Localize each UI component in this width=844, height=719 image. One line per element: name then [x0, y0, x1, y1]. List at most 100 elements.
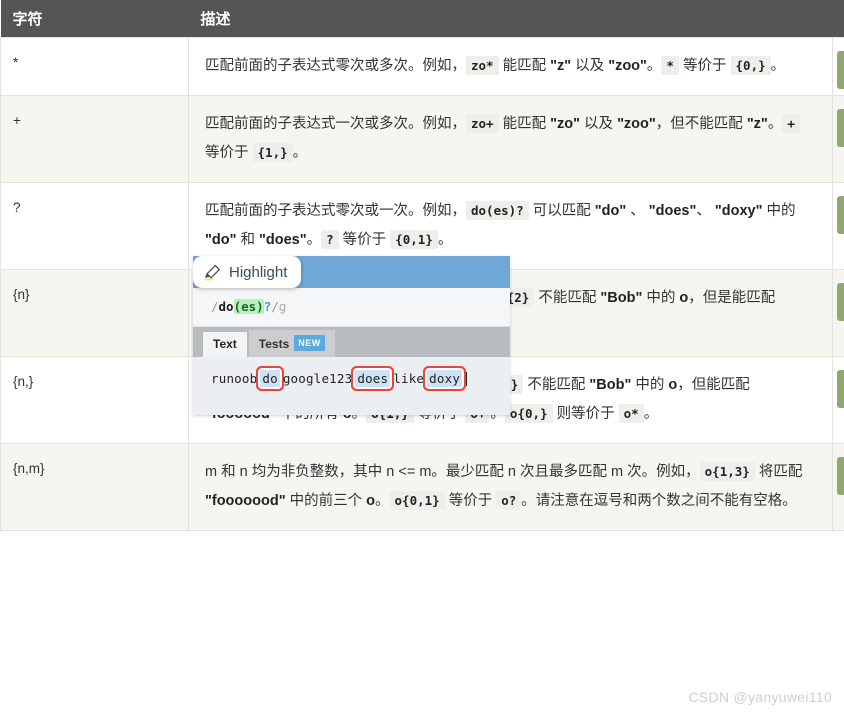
example-button[interactable] [837, 457, 844, 495]
code-chip: o* [618, 404, 644, 423]
code-chip: * [661, 56, 679, 75]
emphasis-text: "zoo" [617, 116, 656, 132]
cell-char: + [0, 95, 189, 183]
match-2: does [355, 370, 391, 387]
cell-example [832, 95, 844, 183]
table-row: {n,m} m 和 n 均为非负整数，其中 n <= m。最少匹配 n 次且最多匹… [0, 443, 844, 531]
emphasis-text: "do" [205, 232, 237, 248]
description-text: 。 [292, 145, 308, 161]
highlight-tooltip[interactable]: Highlight [193, 256, 302, 288]
table-row: * 匹配前面的子表达式零次或多次。例如， zo* 能匹配 "z" 以及 "zoo"。… [0, 37, 844, 96]
cell-char: * [0, 37, 189, 96]
emphasis-text: o [366, 493, 376, 509]
description-text: 等价于 [678, 58, 731, 74]
example-button[interactable] [837, 196, 844, 234]
code-chip: {1,} [252, 143, 293, 162]
description-text: ，但是能匹配 [688, 290, 776, 306]
cell-char: {n,} [0, 356, 189, 444]
regex-literal: do [218, 299, 234, 314]
emphasis-text: "z" [746, 116, 768, 132]
code-chip: o{1,3} [699, 462, 755, 481]
regex-expression-field[interactable]: /do(es)?/g [193, 288, 510, 327]
example-button[interactable] [837, 370, 844, 408]
description-text: 能匹配 [498, 58, 551, 74]
regex-open-slash: / [211, 299, 219, 314]
emphasis-text: "zo" [550, 116, 580, 132]
highlighter-icon [204, 264, 220, 280]
header-desc: 描述 [200, 11, 231, 28]
cell-description: 匹配前面的子表达式零次或多次。例如， zo* 能匹配 "z" 以及 "zoo"。 *… [188, 37, 833, 96]
description-text: 能匹配 [498, 116, 551, 132]
description-text: 以及 [571, 58, 609, 74]
header-char: 字符 [12, 11, 43, 28]
description-text: 不能匹配 [534, 290, 601, 306]
text-caret [466, 372, 468, 386]
emphasis-text: o [679, 290, 689, 306]
description-text: 不能匹配 [523, 377, 590, 393]
regex-tester-widget[interactable]: /do(es)?/g Text Tests NEW runoob do google1… [193, 256, 510, 415]
code-chip: o{0,} [504, 404, 553, 423]
description-text: 中的 [762, 203, 796, 219]
description-text: 以及 [580, 116, 618, 132]
code-chip: ? [321, 230, 339, 249]
emphasis-text: "zoo" [608, 58, 647, 74]
description-text: 、 [696, 203, 715, 219]
description-text: 。 [306, 232, 322, 248]
widget-tab-bar: Text Tests NEW [193, 327, 510, 357]
cell-example [832, 443, 844, 531]
test-string-area[interactable]: runoob do google123 does like doxy [193, 357, 510, 387]
description-text: 。 [767, 116, 783, 132]
cell-char: {n,m} [0, 443, 189, 531]
description-text: 则等价于 [552, 406, 619, 422]
code-chip: + [782, 114, 800, 133]
cell-description: m 和 n 均为非负整数，其中 n <= m。最少匹配 n 次且最多匹配 m 次… [188, 443, 833, 531]
highlight-tooltip-label: Highlight [229, 263, 288, 281]
regex-group: (es) [233, 299, 264, 314]
new-badge: NEW [294, 335, 325, 351]
example-button[interactable] [837, 51, 844, 89]
test-text-pre: runoob [211, 371, 258, 386]
description-text: ，但能匹配 [677, 377, 750, 393]
header-example: 实 [833, 0, 844, 38]
description-text: 。请注意在逗号和两个数之间不能有空格。 [521, 493, 797, 509]
description-text: 。 [643, 406, 659, 422]
description-text: 匹配前面的子表达式零次或一次。例如， [205, 203, 466, 219]
description-text: 等价于 [338, 232, 391, 248]
regex-flags: g [278, 299, 287, 314]
table-header-row: 字符 描述 实 [0, 0, 844, 38]
emphasis-text: "Bob" [600, 290, 643, 306]
regex-close-slash: / [271, 299, 279, 314]
tab-tests[interactable]: Tests NEW [248, 330, 335, 357]
description-text: 将匹配 [754, 464, 803, 480]
emphasis-text: "z" [550, 58, 572, 74]
cell-example [832, 37, 844, 96]
tab-text[interactable]: Text [203, 332, 247, 357]
description-text: 等价于 [444, 493, 497, 509]
emphasis-text: "does" [648, 203, 697, 219]
description-text: 可以匹配 [528, 203, 595, 219]
description-text: m 和 n 均为非负整数，其中 n <= m。最少匹配 n 次且最多匹配 m 次… [205, 464, 700, 480]
example-button[interactable] [837, 109, 844, 147]
cell-char: {n} [0, 269, 189, 357]
code-chip: o{0,1} [389, 491, 445, 510]
example-button[interactable] [837, 283, 844, 321]
code-chip: o? [496, 491, 522, 510]
emphasis-text: "do" [594, 203, 627, 219]
emphasis-text: "fooooood" [205, 493, 286, 509]
description-text: 。 [770, 58, 786, 74]
match-1: do [260, 370, 280, 387]
tab-text-label: Text [213, 337, 237, 351]
description-text: 匹配前面的子表达式一次或多次。例如， [205, 116, 466, 132]
cell-example [832, 356, 844, 444]
cell-example [832, 182, 844, 270]
tab-tests-label: Tests [258, 337, 290, 351]
code-chip: {0,1} [390, 230, 438, 249]
emphasis-text: "Bob" [589, 377, 632, 393]
cell-description: 匹配前面的子表达式一次或多次。例如， zo+ 能匹配 "zo" 以及 "zoo"，… [188, 95, 833, 183]
match-3: doxy [427, 370, 463, 387]
cell-char: ? [0, 182, 189, 270]
emphasis-text: "doxy" [714, 203, 763, 219]
code-chip: {0,} [730, 56, 771, 75]
description-text: 。 [646, 58, 662, 74]
description-text: 中的 [631, 377, 669, 393]
